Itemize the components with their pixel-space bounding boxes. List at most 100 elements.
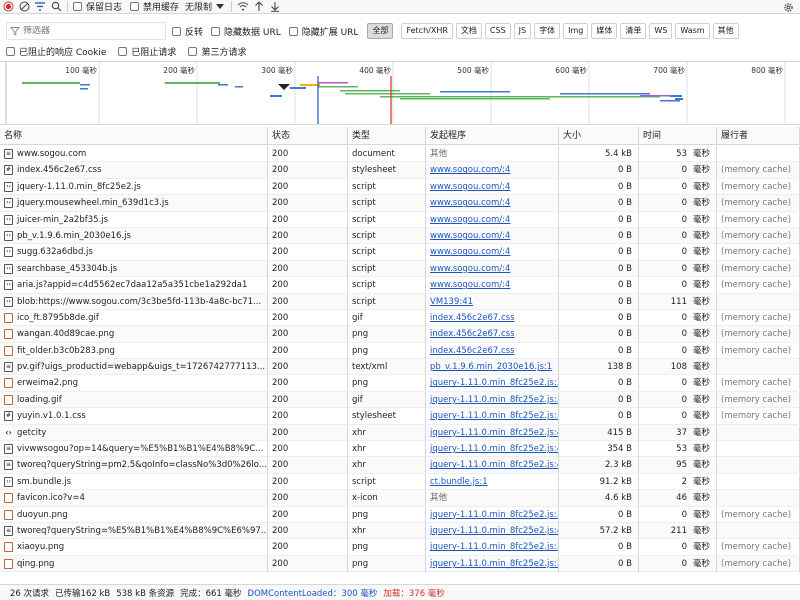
cell-name[interactable]: ‹› aria.js?appid=c4d5562ec7daa12a5a351cbe… bbox=[0, 277, 268, 294]
table-row[interactable]: ≡ tworeq?queryString=%E5%B1%B1%E4%B8%9C%E… bbox=[0, 522, 800, 540]
cell-name[interactable]: ≡ tworeq?queryString=%E5%B1%B1%E4%B8%9C%E… bbox=[0, 522, 268, 539]
table-row[interactable]: xiaoyu.png 200 png jquery-1.11.0.min_8fc25e… bbox=[0, 539, 800, 556]
initiator-link[interactable]: jquery-1.11.0.min_8fc25e2.js:3 bbox=[430, 559, 558, 569]
filter-icon[interactable] bbox=[32, 0, 48, 14]
column-header-type[interactable]: 类型 bbox=[348, 127, 426, 145]
cell-name[interactable]: erweima2.png bbox=[0, 375, 268, 392]
cell-name[interactable]: ≡ www.sogou.com bbox=[0, 146, 268, 162]
table-row[interactable]: ≡ vivwwsogou?op=14&query=%E5%B1%B1%E4%B8%… bbox=[0, 441, 800, 458]
initiator-link[interactable]: ct.bundle.js:1 bbox=[430, 477, 488, 487]
clear-icon[interactable] bbox=[16, 0, 32, 14]
third-party-checkbox[interactable]: 第三方请求 bbox=[188, 45, 246, 58]
type-filter-img[interactable]: Img bbox=[563, 23, 589, 39]
initiator-link[interactable]: jquery-1.11.0.min_8fc25e2.js:4 bbox=[430, 526, 558, 536]
cell-name[interactable]: ‹› searchbase_453304b.js bbox=[0, 260, 268, 277]
initiator-link[interactable]: jquery-1.11.0.min_8fc25e2.js:4 bbox=[430, 444, 558, 454]
hide-extension-urls-checkbox[interactable]: 隐藏扩展 URL bbox=[288, 25, 358, 38]
type-filter-ws[interactable]: WS bbox=[649, 23, 673, 39]
initiator-link[interactable]: jquery-1.11.0.min_8fc25e2.js:3 bbox=[430, 510, 558, 520]
filter-input[interactable] bbox=[23, 26, 153, 36]
blocked-requests-checkbox[interactable]: 已阻止请求 bbox=[118, 45, 176, 58]
type-filter-fetch-xhr[interactable]: Fetch/XHR bbox=[401, 23, 453, 39]
table-row[interactable]: ico_ft.8795b8de.gif 200 gif index.456c2e67.… bbox=[0, 309, 800, 327]
table-row[interactable]: ≡ tworeq?queryString=pm2.5&qoInfo=classNo… bbox=[0, 457, 800, 474]
initiator-link[interactable]: index.456c2e67.css bbox=[430, 329, 515, 339]
invert-checkbox[interactable]: 反转 bbox=[172, 25, 203, 38]
table-row[interactable]: ‹› pb_v.1.9.6.min_2030e16.js 200 script www.… bbox=[0, 227, 800, 245]
initiator-link[interactable]: www.sogou.com/:4 bbox=[430, 182, 510, 192]
type-filter-doc[interactable]: 文档 bbox=[455, 23, 482, 39]
initiator-link[interactable]: VM139:41 bbox=[430, 297, 473, 307]
throttle-select[interactable]: 无限制 bbox=[185, 0, 212, 13]
initiator-link[interactable]: pb_v.1.9.6.min_2030e16.js:1 bbox=[430, 362, 552, 372]
cell-name[interactable]: ‹› sm.bundle.js bbox=[0, 473, 268, 490]
cell-name[interactable]: favicon.ico?v=4 bbox=[0, 490, 268, 507]
initiator-link[interactable]: jquery-1.11.0.min_8fc25e2.js:4 bbox=[430, 460, 558, 470]
initiator-link[interactable]: www.sogou.com/:4 bbox=[430, 264, 510, 274]
initiator-link[interactable]: www.sogou.com/:4 bbox=[430, 165, 510, 175]
table-row[interactable]: favicon.ico?v=4 200 x-icon 其他 4.6 kB 46 毫秒 bbox=[0, 490, 800, 507]
cell-name[interactable]: ‹› blob:https://www.sogou.com/3c3be5fd-11… bbox=[0, 293, 268, 310]
initiator-link[interactable]: index.456c2e67.css bbox=[430, 313, 515, 323]
type-filter-other[interactable]: 其他 bbox=[712, 23, 739, 39]
cell-name[interactable]: ‹› jquery.mousewheel.min_639d1c3.js bbox=[0, 195, 268, 212]
cell-name[interactable]: ‹› getcity bbox=[0, 424, 268, 441]
column-header-initiator[interactable]: 发起程序 bbox=[426, 127, 559, 145]
upload-icon[interactable] bbox=[251, 0, 267, 14]
record-icon[interactable] bbox=[0, 0, 16, 14]
cell-name[interactable]: duoyun.png bbox=[0, 506, 268, 523]
table-row[interactable]: duoyun.png 200 png jquery-1.11.0.min_8fc25e… bbox=[0, 506, 800, 523]
hide-data-urls-checkbox[interactable]: 隐藏数据 URL bbox=[211, 25, 281, 38]
cell-name[interactable]: # yuyin.v1.0.1.css bbox=[0, 408, 268, 425]
table-row[interactable]: ‹› jquery-1.11.0.min_8fc25e2.js 200 script w… bbox=[0, 178, 800, 196]
table-row[interactable]: ‹› searchbase_453304b.js 200 script www.sogo… bbox=[0, 260, 800, 278]
cell-name[interactable]: qing.png bbox=[0, 555, 268, 572]
wifi-icon[interactable] bbox=[235, 0, 251, 14]
table-row[interactable]: ≡ www.sogou.com 200 document 其他 5.4 kB 53 毫秒 bbox=[0, 146, 800, 163]
table-row[interactable]: # yuyin.v1.0.1.css 200 stylesheet jquery-1.1… bbox=[0, 408, 800, 425]
table-row[interactable]: ‹› aria.js?appid=c4d5562ec7daa12a5a351cbe… bbox=[0, 277, 800, 294]
type-filter-js[interactable]: JS bbox=[513, 23, 532, 39]
cell-name[interactable]: ≡ tworeq?queryString=pm2.5&qoInfo=classNo… bbox=[0, 457, 268, 474]
disable-cache-checkbox[interactable]: 禁用缓存 bbox=[130, 0, 179, 13]
column-header-status[interactable]: 状态 bbox=[268, 127, 348, 145]
cell-name[interactable]: ‹› pb_v.1.9.6.min_2030e16.js bbox=[0, 227, 268, 244]
table-row[interactable]: ≡ pv.gif?uigs_productid=webapp&uigs_t=172… bbox=[0, 359, 800, 376]
table-row[interactable]: ‹› blob:https://www.sogou.com/3c3be5fd-11… bbox=[0, 293, 800, 310]
cell-name[interactable]: fit_older.b3c0b283.png bbox=[0, 342, 268, 359]
cell-name[interactable]: # index.456c2e67.css bbox=[0, 162, 268, 179]
search-icon[interactable] bbox=[48, 0, 64, 14]
type-filter-manifest[interactable]: 清单 bbox=[620, 23, 647, 39]
table-row[interactable]: ‹› sm.bundle.js 200 script ct.bundle.js:1 91.… bbox=[0, 473, 800, 491]
gear-icon[interactable] bbox=[780, 0, 796, 14]
table-row[interactable]: ‹› getcity 200 xhr jquery-1.11.0.min_8fc25e2… bbox=[0, 424, 800, 442]
column-header-fulfilled-by[interactable]: 履行者 bbox=[717, 127, 800, 145]
type-filter-wasm[interactable]: Wasm bbox=[675, 23, 710, 39]
table-row[interactable]: fit_older.b3c0b283.png 200 png index.456c2e… bbox=[0, 342, 800, 360]
table-row[interactable]: erweima2.png 200 png jquery-1.11.0.min_8fc2… bbox=[0, 375, 800, 392]
table-row[interactable]: wangan.40d89cae.png 200 png index.456c2e67.… bbox=[0, 326, 800, 343]
initiator-link[interactable]: jquery-1.11.0.min_8fc25e2.js:3 bbox=[430, 378, 558, 388]
initiator-link[interactable]: jquery-1.11.0.min_8fc25e2.js:3 bbox=[430, 411, 558, 421]
preserve-log-checkbox[interactable]: 保留日志 bbox=[73, 0, 122, 13]
table-row[interactable]: ‹› jquery.mousewheel.min_639d1c3.js 200 scr… bbox=[0, 195, 800, 212]
initiator-link[interactable]: www.sogou.com/:4 bbox=[430, 280, 510, 290]
initiator-link[interactable]: www.sogou.com/:4 bbox=[430, 247, 510, 257]
cell-name[interactable]: ‹› jquery-1.11.0.min_8fc25e2.js bbox=[0, 178, 268, 195]
blocked-cookies-checkbox[interactable]: 已阻止的响应 Cookie bbox=[6, 45, 106, 58]
initiator-link[interactable]: jquery-1.11.0.min_8fc25e2.js:3 bbox=[430, 395, 558, 405]
type-filter-css[interactable]: CSS bbox=[484, 23, 511, 39]
column-header-name[interactable]: 名称 bbox=[0, 127, 268, 145]
type-filter-font[interactable]: 字体 bbox=[534, 23, 561, 39]
cell-name[interactable]: ‹› juicer-min_2a2bf35.js bbox=[0, 211, 268, 228]
cell-name[interactable]: xiaoyu.png bbox=[0, 539, 268, 556]
timeline-overview[interactable]: 100 毫秒 200 毫秒 300 毫秒 400 毫秒 500 毫秒 600 毫… bbox=[0, 61, 800, 125]
cell-name[interactable]: loading.gif bbox=[0, 391, 268, 408]
chevron-down-icon[interactable] bbox=[212, 0, 228, 14]
initiator-link[interactable]: jquery-1.11.0.min_8fc25e2.js:3 bbox=[430, 542, 558, 552]
initiator-link[interactable]: www.sogou.com/:4 bbox=[430, 198, 510, 208]
column-header-size[interactable]: 大小 bbox=[559, 127, 639, 145]
column-header-time[interactable]: 时间 bbox=[639, 127, 717, 145]
download-icon[interactable] bbox=[267, 0, 283, 14]
type-filter-all[interactable]: 全部 bbox=[367, 23, 394, 39]
